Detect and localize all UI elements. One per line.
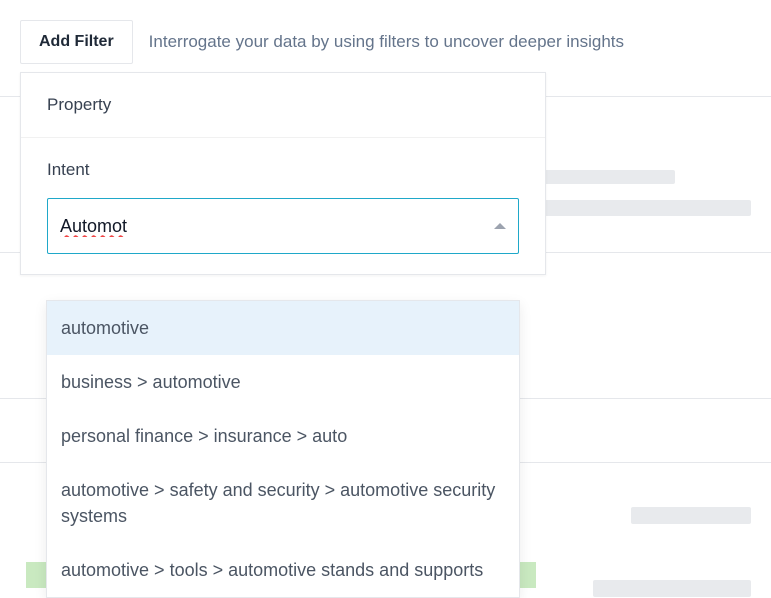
- dropdown-arrow-icon[interactable]: [494, 223, 506, 229]
- dropdown-item[interactable]: personal finance > insurance > auto: [47, 409, 519, 463]
- intent-dropdown: automotive business > automotive persona…: [46, 300, 520, 598]
- intent-search-wrap[interactable]: [47, 198, 519, 254]
- filter-panel: Property Intent: [20, 72, 546, 275]
- skeleton-placeholder: [531, 170, 675, 184]
- intent-search-input[interactable]: [60, 216, 494, 237]
- dropdown-item[interactable]: automotive: [47, 301, 519, 355]
- intent-dropdown-list[interactable]: automotive business > automotive persona…: [47, 301, 519, 597]
- intent-combo: [21, 198, 545, 274]
- dropdown-item[interactable]: business > automotive: [47, 355, 519, 409]
- skeleton-placeholder: [631, 507, 751, 524]
- dropdown-item[interactable]: automotive > tools > automotive stands a…: [47, 543, 519, 597]
- add-filter-button[interactable]: Add Filter: [20, 20, 133, 64]
- helper-text: Interrogate your data by using filters t…: [149, 32, 624, 52]
- property-section-label[interactable]: Property: [21, 73, 545, 138]
- dropdown-item[interactable]: automotive > safety and security > autom…: [47, 463, 519, 543]
- skeleton-placeholder: [531, 200, 751, 216]
- skeleton-placeholder: [593, 580, 751, 597]
- intent-section-label: Intent: [21, 138, 545, 198]
